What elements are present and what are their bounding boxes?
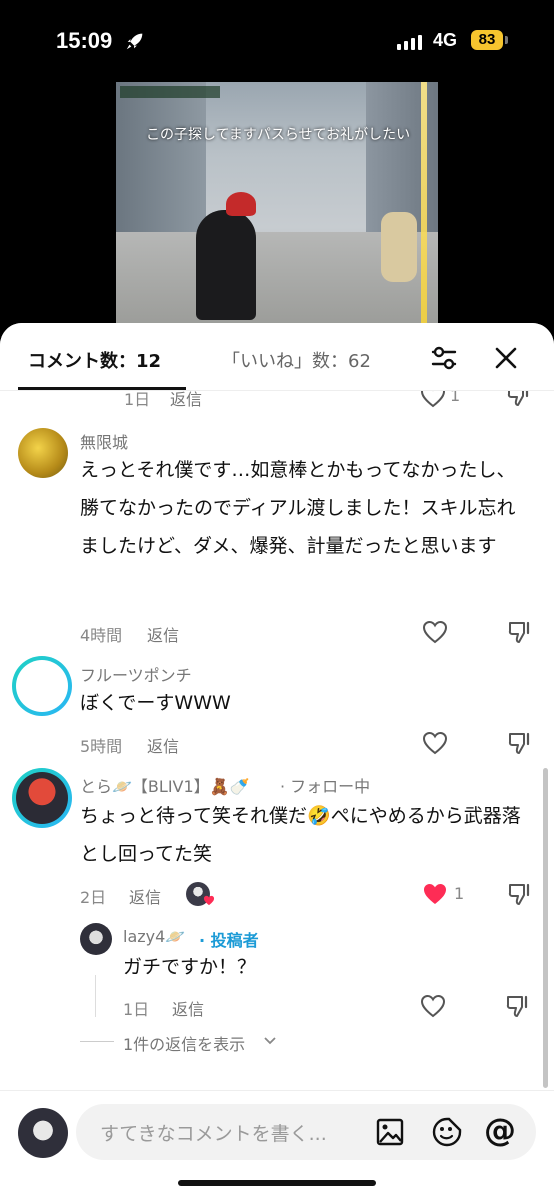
comment-text: ぼくでーすWWW [80, 692, 231, 714]
dislike-icon[interactable] [506, 619, 532, 645]
video-building-left [116, 82, 206, 242]
like-heart-icon[interactable] [422, 882, 448, 906]
emoji-sticker-icon[interactable] [432, 1117, 462, 1147]
creator-liked-heart-icon [203, 895, 215, 906]
comment-sheet-header: コメント数：12 「いいね」数：62 [0, 323, 554, 391]
dislike-icon[interactable] [506, 730, 532, 756]
avatar[interactable] [18, 428, 68, 478]
video-light-beam [421, 82, 427, 324]
reply-button[interactable]: 返信 [147, 622, 179, 646]
like-heart-icon[interactable] [422, 620, 448, 644]
reply-author[interactable]: lazy4🪐 [123, 927, 185, 946]
comment-text: ちょっと待って笑それ僕だ🤣ぺにやめるから武器落とし回ってた笑 [80, 805, 521, 865]
video-character-hat [226, 192, 256, 216]
comment-text: えっとそれ僕です…如意棒とかもってなかったし、勝てなかったのでディアル渡しました… [80, 459, 516, 557]
my-avatar[interactable] [18, 1108, 68, 1158]
like-count: 1 [454, 884, 465, 903]
close-icon[interactable] [493, 345, 519, 371]
image-icon[interactable] [376, 1118, 404, 1146]
video-caption: この子探してますパスらせてお礼がしたい [146, 127, 411, 143]
like-heart-icon[interactable] [420, 388, 446, 408]
chevron-down-icon[interactable] [264, 1037, 276, 1045]
tab-comments[interactable]: コメント数：12 [28, 347, 161, 373]
avatar[interactable] [80, 923, 112, 955]
comment-author[interactable]: 無限城 [80, 429, 128, 453]
comment-time: 4時間 [80, 626, 123, 645]
video-character [196, 210, 256, 320]
like-heart-icon[interactable] [420, 994, 446, 1018]
home-indicator [178, 1180, 376, 1186]
video-preview[interactable]: この子探してますパスらせてお礼がしたい [116, 82, 438, 324]
signal-icon [397, 34, 422, 50]
comment-time: 5時間 [80, 737, 123, 756]
comment-time: 2日 [80, 888, 107, 907]
filter-icon[interactable] [430, 345, 458, 371]
mention-icon[interactable]: @ [484, 1111, 516, 1149]
dislike-icon[interactable] [504, 993, 530, 1019]
comment-author[interactable]: フルーツポンチ [80, 662, 192, 686]
tab-likes[interactable]: 「いいね」数：62 [222, 347, 371, 373]
reply-thread-line [95, 975, 96, 1017]
reply-button[interactable]: 返信 [170, 388, 202, 410]
show-replies-line [80, 1041, 114, 1042]
header-divider [0, 390, 554, 391]
comment-author[interactable]: とら🪐【BLIV1】🧸🍼 [80, 773, 250, 797]
network-label: 4G [433, 30, 458, 50]
video-dog [381, 212, 417, 282]
comment-input-placeholder: すてきなコメントを書く... [100, 1123, 327, 1145]
reply-button[interactable]: 返信 [147, 733, 179, 757]
dislike-icon[interactable] [506, 881, 532, 907]
follow-status: · フォロー中 [280, 777, 371, 796]
partial-comment-row: 1日 返信 1 [0, 388, 554, 410]
rocket-icon [126, 33, 143, 50]
battery-tip [505, 36, 508, 44]
like-heart-icon[interactable] [422, 731, 448, 755]
battery-icon: 83 [471, 30, 503, 50]
comment-time: 1日 [124, 390, 151, 409]
scrollbar[interactable] [543, 768, 548, 1088]
dislike-icon[interactable] [505, 388, 531, 408]
status-bar: 15:09 4G 83 [0, 0, 554, 80]
avatar[interactable] [12, 656, 72, 716]
show-replies-button[interactable]: 1件の返信を表示 [123, 1031, 245, 1055]
reply-button[interactable]: 返信 [172, 996, 204, 1020]
video-hud [120, 86, 220, 98]
reply-button[interactable]: 返信 [129, 884, 161, 908]
avatar[interactable] [12, 768, 72, 828]
status-time: 15:09 [56, 28, 113, 53]
reply-time: 1日 [123, 1000, 150, 1019]
reply-text: ガチですか！？ [123, 956, 257, 978]
